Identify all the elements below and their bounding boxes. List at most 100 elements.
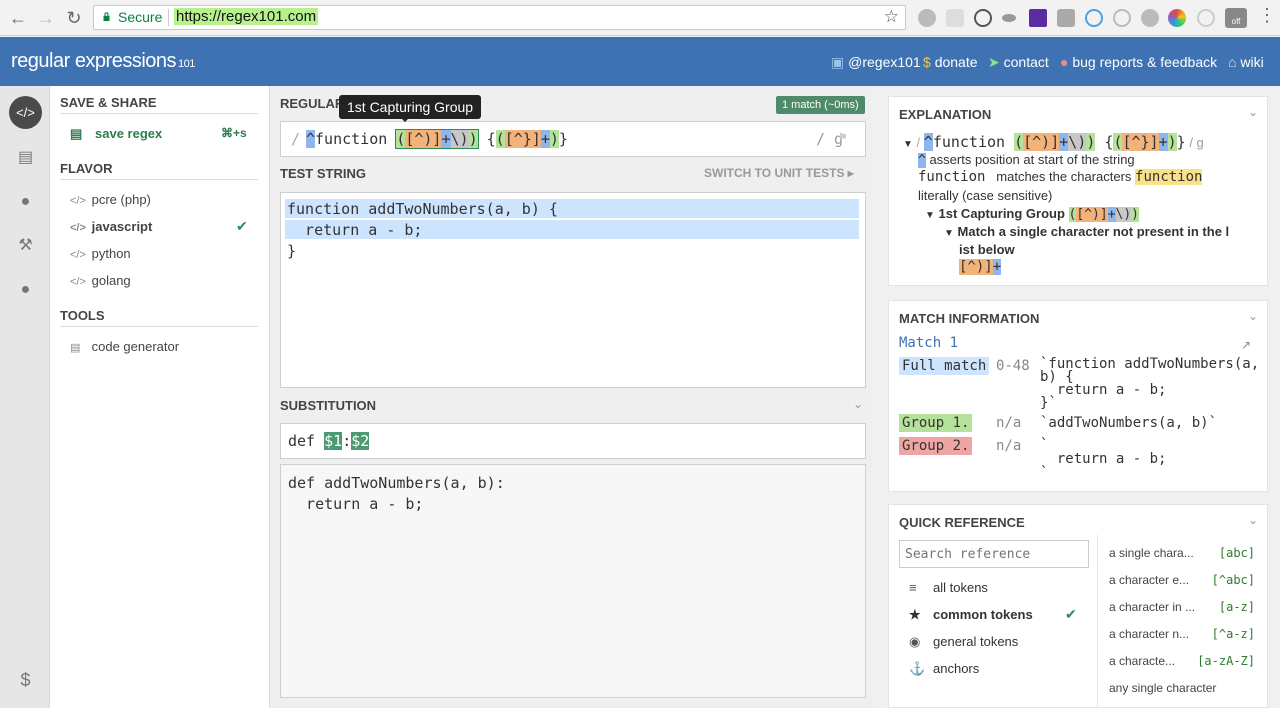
ref-item[interactable]: a single chara... [abc]	[1109, 546, 1267, 560]
chevron-down-icon[interactable]: ⌄	[1248, 105, 1258, 119]
reload-icon[interactable]: ↻	[62, 6, 86, 30]
match-info-panel: MATCH INFORMATION ⌄ Match 1 ↗ Full match…	[888, 300, 1268, 492]
wrench-icon[interactable]: ⚒	[9, 229, 42, 262]
star-icon: ★	[909, 607, 921, 622]
explanation-panel: EXPLANATION ⌄ ▼ / ^function ([^)]+\)) {(…	[888, 96, 1268, 286]
match-label: Match 1	[899, 335, 959, 351]
ref-item[interactable]: a character e... [^abc]	[1109, 573, 1267, 587]
bookmark-star-icon[interactable]: ☆	[884, 7, 899, 27]
group1-value: `addTwoNumbers(a, b)`	[1040, 415, 1218, 431]
twitter-link[interactable]: ▣ @regex101	[831, 54, 921, 71]
extension-icon[interactable]	[974, 9, 992, 27]
quick-reference-title: QUICK REFERENCE	[899, 515, 1025, 530]
explanation-class: [^)]+	[959, 259, 1002, 275]
code-icon: </>	[70, 276, 86, 288]
category-general-tokens[interactable]: ◉ general tokens	[909, 634, 1018, 650]
camera-icon[interactable]	[1057, 9, 1075, 27]
regex-editor-icon[interactable]: </>	[9, 96, 42, 129]
group1-range: n/a	[996, 415, 1022, 431]
url-text[interactable]: https://regex101.com	[174, 8, 319, 25]
ref-item[interactable]: any single character	[1109, 681, 1267, 695]
test-text: function addTwoNumbers(a, b) { return a …	[287, 200, 558, 260]
color-wheel-icon[interactable]	[1168, 9, 1186, 27]
ref-item[interactable]: a character n... [^a-z]	[1109, 627, 1267, 641]
bug-icon: ●	[1060, 54, 1069, 70]
divider	[60, 113, 258, 114]
bug-reports-link[interactable]: ● bug reports & feedback	[1060, 54, 1217, 70]
flag-icon[interactable]: ⚑	[839, 130, 847, 145]
forward-icon[interactable]: →	[34, 6, 58, 30]
main-editor: REGULAR EXPRESSION 1 match (~0ms) / ^fun…	[270, 86, 875, 708]
code-icon: </>	[70, 249, 86, 261]
chevron-down-icon[interactable]: ⌄	[1248, 513, 1258, 527]
code-generator-link[interactable]: ▤ code generator	[70, 339, 179, 354]
wiki-link[interactable]: ⌂ wiki	[1228, 54, 1264, 70]
group2-badge: Group 2.	[899, 437, 973, 455]
contact-link[interactable]: ➤ contact	[988, 54, 1049, 71]
quick-reference-panel: QUICK REFERENCE ⌄ ≡all tokens ★common to…	[888, 504, 1268, 708]
group2-range: n/a	[996, 438, 1022, 454]
send-icon: ➤	[988, 54, 1000, 70]
group1-token[interactable]: ([^)]+\))	[395, 129, 479, 149]
ref-item[interactable]: a characte... [a-zA-Z]	[1109, 654, 1267, 668]
category-anchors[interactable]: ⚓ anchors	[909, 661, 979, 677]
logo[interactable]: regular expressions 101	[11, 50, 195, 73]
explanation-group1: ▼ 1st Capturing Group ([^)]+\))	[925, 206, 1139, 222]
app-header: regular expressions 101 ▣ @regex101 $ don…	[0, 37, 1280, 86]
ref-item[interactable]: a character in ... [a-z]	[1109, 600, 1267, 614]
user-icon[interactable]: ●	[9, 185, 42, 218]
regex-tokens: ^function ([^)]+\)) {([^}]+)}	[306, 129, 568, 149]
full-match-badge: Full match	[899, 357, 990, 375]
database-icon: ≡	[909, 580, 917, 595]
cloud-icon[interactable]	[1141, 9, 1159, 27]
group2-value: ` return a - b; `	[1040, 437, 1167, 481]
explanation-title: EXPLANATION	[899, 107, 992, 122]
match-count-badge: 1 match (~0ms)	[776, 96, 865, 114]
full-match-value: `function addTwoNumbers(a, b) { return a …	[1040, 356, 1260, 411]
explanation-literal: literally (case sensitive)	[918, 188, 1053, 203]
test-string-input[interactable]: function addTwoNumbers(a, b) { return a …	[280, 192, 866, 388]
menu-icon[interactable]: ⋮	[1258, 6, 1276, 24]
react-icon[interactable]	[1085, 9, 1103, 27]
chevron-down-icon[interactable]: ⌄	[853, 397, 863, 411]
chevron-down-icon[interactable]: ⌄	[1248, 309, 1258, 323]
test-string-label: TEST STRING	[280, 166, 366, 181]
flavor-javascript[interactable]: </> javascript	[70, 219, 152, 234]
explanation-match-single: ▼ Match a single character not present i…	[944, 224, 1230, 239]
extension-icon[interactable]	[1029, 9, 1047, 27]
twitter-icon: ▣	[831, 54, 845, 70]
flavor-golang[interactable]: </> golang	[70, 273, 131, 288]
flavor-heading: FLAVOR	[60, 161, 113, 176]
extension-icon[interactable]	[918, 9, 936, 27]
unit-tests-link[interactable]: SWITCH TO UNIT TESTS ▸	[704, 166, 854, 180]
donate-link[interactable]: $ donate	[923, 54, 978, 70]
regex-input[interactable]: / ^function ([^)]+\)) {([^}]+)} / g ⚑	[280, 121, 866, 157]
extension-off-icon[interactable]: off	[1225, 8, 1247, 28]
share-icon[interactable]: ↗	[1241, 338, 1251, 352]
extension-icon[interactable]	[1113, 9, 1131, 27]
flavor-pcre[interactable]: </> pcre (php)	[70, 192, 151, 207]
bank-icon: ⌂	[1228, 54, 1237, 70]
tooltip-arrow	[400, 117, 410, 122]
check-icon: ✔	[236, 218, 248, 234]
anchor-icon: ⚓	[909, 661, 926, 676]
browser-toolbar: ← → ↻ Secure https://regex101.com ☆ off …	[0, 0, 1280, 36]
save-shortcut: ⌘+s	[221, 126, 247, 140]
extension-icon[interactable]	[946, 9, 964, 27]
save-regex-button[interactable]: ▤ save regex	[70, 126, 162, 142]
flavor-python[interactable]: </> python	[70, 246, 131, 261]
search-reference-input[interactable]	[899, 540, 1089, 568]
full-match-range: 0-48	[996, 358, 1030, 374]
category-common-tokens[interactable]: ★ common tokens	[909, 607, 1033, 623]
code-icon: </>	[70, 195, 86, 207]
category-all-tokens[interactable]: ≡ all tokens	[909, 580, 988, 595]
substitution-input[interactable]: def $1:$2	[280, 423, 866, 459]
library-icon[interactable]: ▤	[9, 141, 42, 174]
dollar-icon[interactable]: $	[9, 664, 42, 697]
back-icon[interactable]: ←	[6, 6, 30, 30]
address-bar[interactable]: Secure https://regex101.com ☆	[93, 5, 906, 30]
extension-icon[interactable]	[1002, 14, 1016, 22]
extension-icon[interactable]	[1197, 9, 1215, 27]
substitution-result: def addTwoNumbers(a, b): return a - b;	[280, 464, 866, 698]
chat-icon[interactable]: ●	[9, 273, 42, 306]
